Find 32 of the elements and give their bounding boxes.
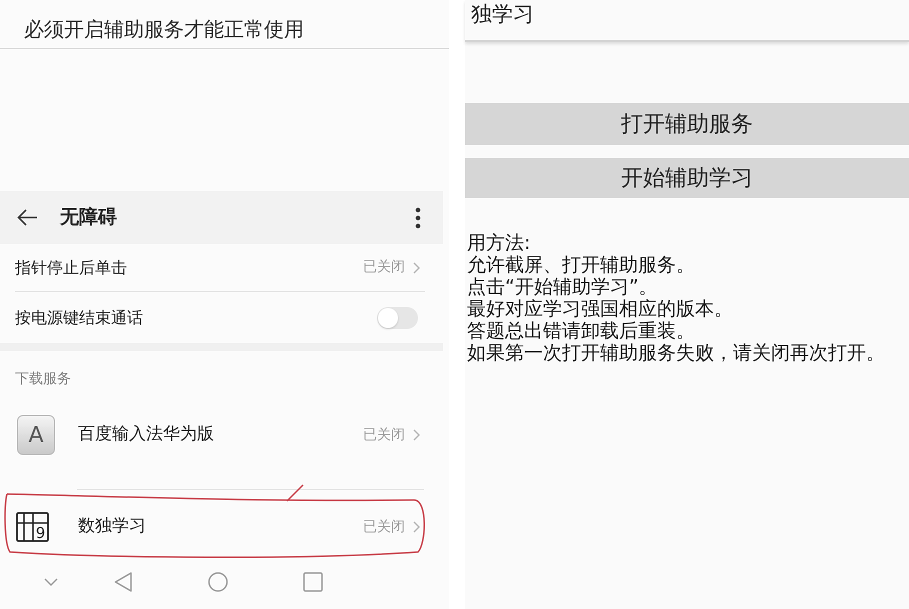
- action-button[interactable]: 打开辅助服务: [465, 103, 909, 145]
- service-label[interactable]: 百度输入法华为版: [78, 422, 214, 448]
- notice-text: 必须开启辅助服务才能正常使用: [24, 17, 304, 41]
- more-options-icon[interactable]: [415, 206, 421, 228]
- chevron-right-icon[interactable]: [413, 429, 420, 441]
- instructions-heading: 用方法:: [467, 232, 530, 254]
- back-arrow-icon[interactable]: [17, 209, 37, 226]
- chevron-right-icon[interactable]: [413, 262, 420, 274]
- sudoku-grid-icon: 9: [16, 512, 49, 542]
- instruction-line: 允许截屏、打开辅助服务。: [467, 254, 695, 276]
- chevron-down-icon[interactable]: [44, 578, 58, 586]
- instruction-line: 点击“开始辅助学习”。: [467, 276, 658, 298]
- home-icon[interactable]: [208, 572, 228, 592]
- back-icon[interactable]: [114, 572, 132, 592]
- recent-apps-icon[interactable]: [303, 572, 323, 592]
- chevron-right-icon[interactable]: [413, 521, 420, 533]
- instruction-line: 最好对应学习强国相应的版本。: [467, 298, 733, 320]
- instruction-line: 如果第一次打开辅助服务失败，请关闭再次打开。: [467, 342, 885, 364]
- status-text: 已关闭: [363, 518, 405, 536]
- section-header: 下载服务: [15, 370, 71, 388]
- setting-label[interactable]: 按电源键结束通话: [15, 306, 143, 330]
- status-text: 已关闭: [363, 426, 405, 444]
- keyboard-app-icon: A: [17, 415, 55, 455]
- service-label[interactable]: 数独学习: [78, 514, 146, 540]
- status-text: 已关闭: [363, 258, 405, 277]
- action-button[interactable]: 开始辅助学习: [465, 158, 909, 198]
- toggle-switch[interactable]: [377, 306, 418, 328]
- annotation-tick: [286, 484, 304, 502]
- page-title: 无障碍: [60, 205, 117, 230]
- app-title: 独学习: [471, 2, 534, 26]
- setting-label[interactable]: 指针停止后单击: [15, 256, 127, 280]
- instruction-line: 答题总出错请卸载后重装。: [467, 320, 695, 342]
